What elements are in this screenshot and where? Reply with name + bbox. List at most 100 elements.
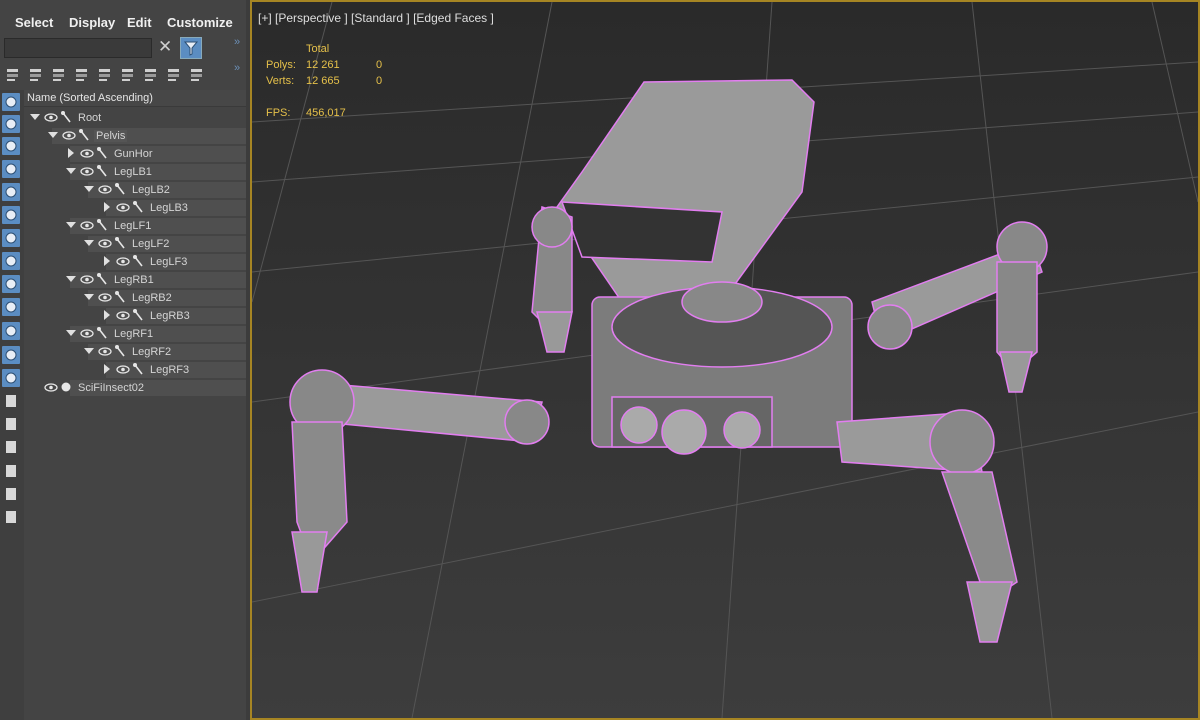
perspective-viewport[interactable]: [+] [Perspective ] [Standard ] [Edged Fa… (250, 0, 1200, 720)
lights-filter-icon[interactable] (2, 137, 20, 155)
display-all-icon[interactable] (2, 392, 20, 410)
layer-add-icon[interactable] (50, 66, 68, 84)
tree-row-label: LegLF3 (150, 256, 188, 268)
tree-row[interactable]: LegLB3 (24, 199, 246, 217)
filter-all-icon[interactable] (2, 462, 20, 480)
tree-row[interactable]: SciFiInsect02 (24, 379, 246, 397)
containers-filter-icon[interactable] (2, 298, 20, 316)
visibility-eye-icon[interactable] (116, 365, 130, 374)
menu-select[interactable]: Select (15, 15, 53, 30)
clear-search-icon[interactable]: ✕ (158, 37, 172, 57)
visibility-eye-icon[interactable] (98, 239, 112, 248)
bone-icon (114, 344, 126, 358)
visibility-eye-icon[interactable] (80, 221, 94, 230)
collapse-arrow-icon[interactable] (66, 220, 76, 230)
display-hierarchy-icon[interactable] (4, 66, 22, 84)
cameras-filter-icon[interactable] (2, 160, 20, 178)
folder-icon[interactable] (165, 66, 183, 84)
visibility-eye-icon[interactable] (116, 257, 130, 266)
menu-edit[interactable]: Edit (127, 15, 152, 30)
collapse-arrow-icon[interactable] (84, 346, 94, 356)
xrefs-filter-icon[interactable] (2, 252, 20, 270)
display-invert-icon[interactable] (2, 438, 20, 456)
expand-arrow-icon[interactable] (66, 148, 76, 158)
collapse-arrow-icon[interactable] (66, 274, 76, 284)
search-input[interactable] (4, 38, 152, 58)
spacewarps-filter-icon[interactable] (2, 206, 20, 224)
stats-fps-value: 456,017 (306, 107, 346, 119)
tree-row[interactable]: LegLF2 (24, 235, 246, 253)
stats-fps-label: FPS: (266, 107, 291, 119)
filter-options-icon[interactable] (2, 508, 20, 526)
tree-row-label: Pelvis (94, 130, 128, 142)
expand-arrow-icon[interactable] (102, 256, 112, 266)
shapes-filter-icon[interactable] (2, 115, 20, 133)
bones-filter-icon[interactable] (2, 275, 20, 293)
visibility-eye-icon[interactable] (44, 113, 58, 122)
tree-row[interactable]: Root (24, 109, 246, 127)
tree-row[interactable]: LegRB1 (24, 271, 246, 289)
link-icon[interactable] (96, 66, 114, 84)
hierarchy-cut-icon[interactable] (142, 66, 160, 84)
visibility-eye-icon[interactable] (80, 167, 94, 176)
layer-manager-icon[interactable] (188, 66, 206, 84)
visibility-eye-icon[interactable] (80, 275, 94, 284)
tree-row-label: LegLF1 (114, 220, 152, 232)
tree-row[interactable]: LegLF1 (24, 217, 246, 235)
layer-icon[interactable] (27, 66, 45, 84)
tree-row[interactable]: LegLB1 (24, 163, 246, 181)
geometry-filter-icon[interactable] (2, 93, 20, 111)
bone-icon (96, 146, 108, 160)
tree-row[interactable]: LegLB2 (24, 181, 246, 199)
collapse-arrow-icon[interactable] (84, 238, 94, 248)
bone-icon (78, 128, 90, 142)
groups-filter-icon[interactable] (2, 229, 20, 247)
filter-toggle-button[interactable] (180, 37, 202, 59)
particles-filter-icon[interactable] (2, 346, 20, 364)
display-none-icon[interactable] (2, 415, 20, 433)
frozen-filter-icon[interactable] (2, 322, 20, 340)
tree-row[interactable]: LegRF2 (24, 343, 246, 361)
layer-remove-icon[interactable] (73, 66, 91, 84)
tree-row[interactable]: GunHor (24, 145, 246, 163)
tree-row[interactable]: LegRF3 (24, 361, 246, 379)
collapse-arrow-icon[interactable] (84, 292, 94, 302)
collapse-arrow-icon[interactable] (48, 130, 58, 140)
tree-row[interactable]: LegRF1 (24, 325, 246, 343)
collapse-arrow-icon[interactable] (66, 166, 76, 176)
collapse-arrow-icon[interactable] (66, 328, 76, 338)
bone-icon (114, 290, 126, 304)
visibility-eye-icon[interactable] (44, 383, 58, 392)
filter-icon[interactable] (2, 485, 20, 503)
expand-chevron-icon[interactable]: » (234, 36, 240, 48)
expand-arrow-icon[interactable] (102, 364, 112, 374)
visibility-eye-icon[interactable] (98, 293, 112, 302)
tree-row[interactable]: LegRB2 (24, 289, 246, 307)
visibility-eye-icon[interactable] (62, 131, 76, 140)
tree-row[interactable]: Pelvis (24, 127, 246, 145)
funnel-icon (183, 41, 199, 56)
visibility-eye-icon[interactable] (80, 329, 94, 338)
menu-customize[interactable]: Customize (167, 15, 233, 30)
tree-row[interactable]: LegLF3 (24, 253, 246, 271)
menu-display[interactable]: Display (69, 15, 115, 30)
expand-arrow-icon[interactable] (102, 202, 112, 212)
tree-row[interactable]: LegRB3 (24, 307, 246, 325)
bone-icon (114, 182, 126, 196)
visibility-eye-icon[interactable] (98, 185, 112, 194)
visibility-eye-icon[interactable] (80, 149, 94, 158)
hidden-filter-icon[interactable] (2, 369, 20, 387)
unlink-icon[interactable] (119, 66, 137, 84)
visibility-eye-icon[interactable] (116, 311, 130, 320)
visibility-eye-icon[interactable] (98, 347, 112, 356)
collapse-arrow-icon[interactable] (84, 184, 94, 194)
scene-tree: Name (Sorted Ascending) Root Pelvis GunHor… (24, 90, 246, 720)
collapse-arrow-icon[interactable] (30, 112, 40, 122)
expand-arrow-icon[interactable] (102, 310, 112, 320)
visibility-eye-icon[interactable] (116, 203, 130, 212)
stats-polys-total: 12 261 (306, 59, 340, 71)
expand-toolbar-chevron-icon[interactable]: » (234, 62, 240, 74)
viewport-label[interactable]: [+] [Perspective ] [Standard ] [Edged Fa… (258, 11, 494, 25)
tree-column-header[interactable]: Name (Sorted Ascending) (24, 90, 246, 107)
helpers-filter-icon[interactable] (2, 183, 20, 201)
